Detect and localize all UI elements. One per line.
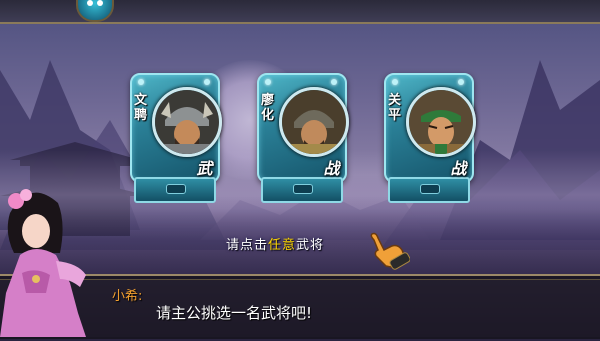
general-portrait <box>279 87 349 157</box>
pointing-hand-icon <box>366 230 411 270</box>
general-name: 廖化 <box>261 93 275 123</box>
pet-avatar-icon[interactable] <box>76 0 114 22</box>
instruction-text: 请点击任意武将 <box>226 238 325 253</box>
card-base <box>261 177 343 203</box>
general-card-3[interactable]: 关平 战 <box>384 73 476 203</box>
highlight-text: 任意 <box>268 238 297 253</box>
top-frame <box>0 0 600 24</box>
general-portrait <box>406 87 476 157</box>
dialog-text: 请主公挑选一名武将吧! <box>156 304 313 322</box>
speaker-name: 小希: <box>112 289 143 304</box>
general-name: 文聘 <box>134 93 148 123</box>
guide-character <box>0 183 100 337</box>
card-base <box>388 177 470 203</box>
card-base <box>134 177 216 203</box>
general-card-2[interactable]: 廖化 战 <box>257 73 349 203</box>
general-name: 关平 <box>388 93 402 123</box>
general-portrait <box>152 87 222 157</box>
general-card-1[interactable]: 文聘 武 <box>130 73 222 203</box>
